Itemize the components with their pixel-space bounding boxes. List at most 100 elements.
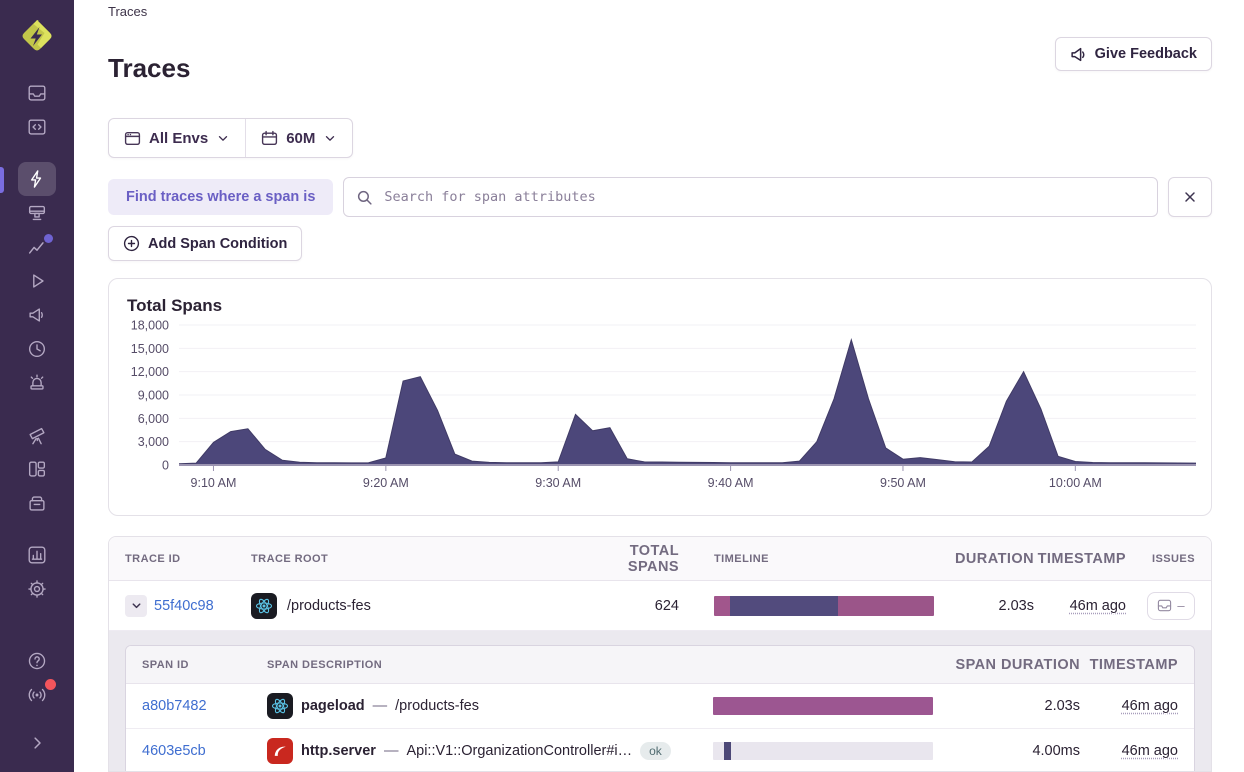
- traces-table-header: TRACE ID TRACE ROOT TOTAL SPANS TIMELINE…: [109, 537, 1211, 581]
- add-span-condition-button[interactable]: Add Span Condition: [108, 226, 302, 261]
- col-span-id: SPAN ID: [142, 659, 267, 671]
- svg-text:9:40 AM: 9:40 AM: [708, 476, 754, 490]
- separator: —: [384, 743, 399, 759]
- environment-filter[interactable]: All Envs: [109, 119, 245, 157]
- give-feedback-button[interactable]: Give Feedback: [1055, 37, 1212, 71]
- separator: —: [373, 698, 388, 714]
- svg-text:0: 0: [162, 459, 169, 473]
- sidebar-item-settings[interactable]: [18, 572, 56, 606]
- sidebar-item-alerts[interactable]: [18, 366, 56, 400]
- sidebar-item-replays[interactable]: [18, 264, 56, 298]
- chart-title: Total Spans: [109, 279, 1211, 316]
- svg-text:12,000: 12,000: [131, 365, 169, 379]
- sidebar-bottom: [0, 644, 74, 772]
- svg-text:18,000: 18,000: [131, 319, 169, 333]
- lightning-icon: [26, 168, 48, 190]
- sidebar-item-discover[interactable]: [18, 418, 56, 452]
- page-title: Traces: [108, 53, 190, 84]
- span-duration: 4.00ms: [933, 743, 1080, 759]
- total-spans-plot: 03,0006,0009,00012,00015,00018,0009:10 A…: [117, 317, 1211, 502]
- breadcrumb[interactable]: Traces: [108, 4, 147, 19]
- environment-filter-label: All Envs: [149, 130, 208, 147]
- search-box: [343, 177, 1158, 217]
- help-circle-icon: [26, 650, 48, 672]
- svg-text:3,000: 3,000: [138, 435, 169, 449]
- main-content: Traces Traces Give Feedback All Envs 60M: [74, 0, 1244, 772]
- svg-text:9:10 AM: 9:10 AM: [191, 476, 237, 490]
- sentry-logo-icon: [17, 16, 57, 56]
- sidebar-item-help[interactable]: [18, 644, 56, 678]
- trace-duration: 2.03s: [949, 598, 1034, 614]
- projector-icon: [26, 202, 48, 224]
- page-filter-bar: All Envs 60M: [108, 118, 353, 158]
- trace-root-name: /products-fes: [287, 598, 371, 614]
- span-timestamp[interactable]: 46m ago: [1122, 698, 1178, 714]
- span-id-link[interactable]: 4603e5cb: [142, 743, 206, 759]
- span-id-link[interactable]: a80b7482: [142, 698, 207, 714]
- bar-chart-icon: [26, 544, 48, 566]
- col-duration: DURATION: [949, 551, 1034, 567]
- broadcast-notification-dot: [45, 679, 56, 690]
- sidebar-item-projects[interactable]: [18, 110, 56, 144]
- trace-issues-button[interactable]: –: [1147, 592, 1195, 620]
- svg-text:9:20 AM: 9:20 AM: [363, 476, 409, 490]
- insights-notification-dot: [44, 234, 53, 243]
- plus-circle-icon: [123, 235, 140, 252]
- sidebar-item-dashboards[interactable]: [18, 196, 56, 230]
- calendar-icon: [261, 130, 278, 147]
- gear-icon: [26, 578, 48, 600]
- add-span-condition-label: Add Span Condition: [148, 236, 287, 252]
- expanded-trace-region: SPAN ID SPAN DESCRIPTION SPAN DURATION T…: [109, 631, 1211, 772]
- traces-table: TRACE ID TRACE ROOT TOTAL SPANS TIMELINE…: [108, 536, 1212, 772]
- sidebar-item-insights[interactable]: [18, 230, 56, 264]
- span-row[interactable]: a80b7482 pageload — /products-fes 2.03s …: [126, 684, 1194, 729]
- span-timestamp[interactable]: 46m ago: [1122, 743, 1178, 759]
- clock-icon: [26, 338, 48, 360]
- total-spans-value: 624: [584, 598, 679, 614]
- svg-text:6,000: 6,000: [138, 412, 169, 426]
- span-row[interactable]: 4603e5cb http.server — Api::V1::Organiza…: [126, 729, 1194, 772]
- sidebar-item-feedback[interactable]: [18, 298, 56, 332]
- collapse-trace-button[interactable]: [125, 595, 147, 617]
- span-duration: 2.03s: [933, 698, 1080, 714]
- col-issues: ISSUES: [1126, 553, 1195, 565]
- siren-icon: [26, 372, 48, 394]
- date-range-filter[interactable]: 60M: [246, 119, 352, 157]
- platform-icon: [267, 693, 293, 719]
- sidebar-item-stats[interactable]: [18, 538, 56, 572]
- date-range-filter-label: 60M: [286, 130, 315, 147]
- svg-text:15,000: 15,000: [131, 342, 169, 356]
- chevron-down-icon: [216, 131, 230, 145]
- chevron-down-icon: [323, 131, 337, 145]
- trace-timeline-bar: [714, 596, 934, 616]
- search-input[interactable]: [382, 188, 1145, 206]
- sidebar-item-history[interactable]: [18, 332, 56, 366]
- span-timeline-bar: [713, 697, 933, 715]
- sidebar-item-components[interactable]: [18, 452, 56, 486]
- play-icon: [26, 270, 48, 292]
- issues-count: –: [1177, 598, 1184, 613]
- sidebar-item-explore[interactable]: [18, 162, 56, 196]
- trace-timestamp[interactable]: 46m ago: [1070, 598, 1126, 614]
- sentry-logo[interactable]: [17, 16, 57, 56]
- sidebar-item-issues[interactable]: [18, 76, 56, 110]
- col-span-timestamp: TIMESTAMP: [1080, 657, 1178, 673]
- platform-icon: [267, 738, 293, 764]
- svg-text:9:30 AM: 9:30 AM: [535, 476, 581, 490]
- give-feedback-label: Give Feedback: [1095, 46, 1197, 62]
- col-timeline: TIMELINE: [679, 553, 949, 565]
- total-spans-panel: Total Spans 03,0006,0009,00012,00015,000…: [108, 278, 1212, 516]
- sidebar-expand-button[interactable]: [18, 726, 56, 760]
- sidebar: [0, 0, 74, 772]
- sidebar-item-broadcasts[interactable]: [18, 678, 56, 712]
- trace-id-link[interactable]: 55f40c98: [154, 598, 214, 614]
- sidebar-item-archive[interactable]: [18, 486, 56, 520]
- span-description: /products-fes: [395, 698, 479, 714]
- sidebar-nav: [0, 76, 74, 606]
- inbox-icon: [26, 82, 48, 104]
- clear-search-button[interactable]: [1168, 177, 1212, 217]
- megaphone-icon: [1070, 46, 1087, 63]
- span-condition-label: Find traces where a span is: [108, 179, 333, 215]
- spans-table: SPAN ID SPAN DESCRIPTION SPAN DURATION T…: [125, 645, 1195, 772]
- trace-row[interactable]: 55f40c98 /products-fes 624 2.03s 46m ago…: [109, 581, 1211, 631]
